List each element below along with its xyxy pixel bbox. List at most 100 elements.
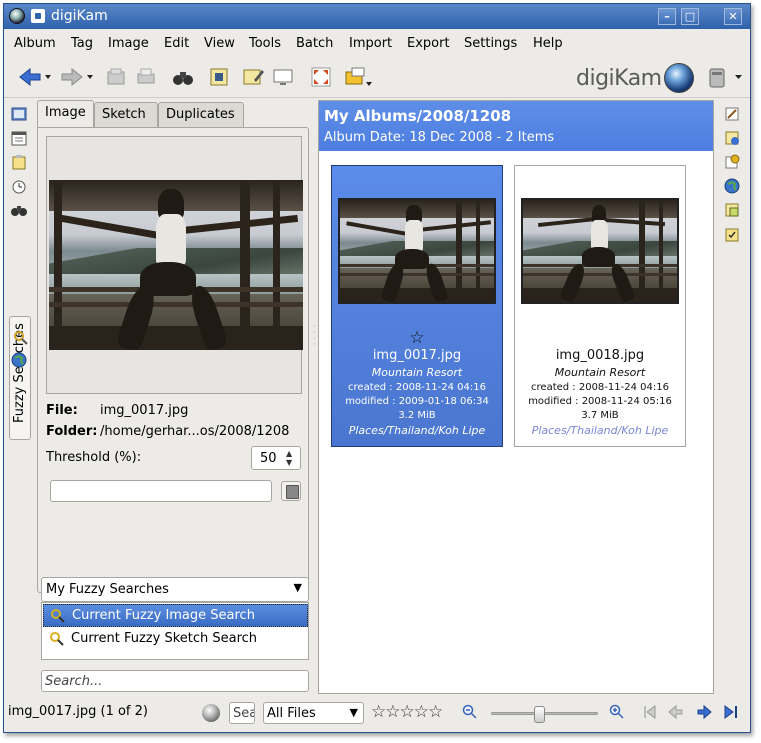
main-window: digiKam – □ ✕ Album Tag Image Edit View … <box>3 3 751 733</box>
progress-ball-icon <box>202 704 220 722</box>
last-image-icon[interactable] <box>722 703 740 721</box>
map-globe-icon[interactable] <box>11 352 27 368</box>
filters-icon[interactable] <box>724 202 740 218</box>
image-editor-icon[interactable] <box>208 66 230 88</box>
first-image-icon[interactable] <box>641 703 659 721</box>
pin-icon[interactable] <box>31 9 45 23</box>
zoom-slider-handle[interactable] <box>534 706 545 723</box>
menu-edit[interactable]: Edit <box>164 36 189 51</box>
album-icon-view: My Albums/2008/1208 Album Date: 18 Dec 2… <box>318 100 714 694</box>
saved-searches-combo[interactable]: My Fuzzy Searches ▼ <box>41 577 309 602</box>
thumbnail-caption: Mountain Resort <box>554 366 646 379</box>
menu-view[interactable]: View <box>204 36 235 51</box>
menu-settings[interactable]: Settings <box>464 36 517 51</box>
binoculars-icon[interactable] <box>172 66 194 88</box>
image-tab-panel: File: img_0017.jpg Folder: /home/gerhar.… <box>37 127 309 593</box>
back-arrow-icon[interactable] <box>18 66 52 88</box>
tags-icon[interactable] <box>11 154 27 170</box>
calendar-icon[interactable] <box>11 130 27 146</box>
saved-search-item[interactable]: Current Fuzzy Image Search <box>43 604 308 627</box>
menu-import[interactable]: Import <box>349 36 392 51</box>
tags-filter-icon[interactable] <box>724 226 740 242</box>
threshold-spinbox[interactable]: 50 ▲ ▼ <box>251 446 301 470</box>
slideshow-icon[interactable] <box>272 66 294 88</box>
metadata-icon[interactable] <box>724 154 740 170</box>
properties-icon[interactable] <box>724 130 740 146</box>
zoom-out-icon[interactable] <box>462 704 478 720</box>
saved-search-label: Current Fuzzy Image Search <box>72 608 255 623</box>
status-text: img_0017.jpg (1 of 2) <box>8 704 148 719</box>
file-type-filter[interactable]: All Files ▼ <box>263 702 364 724</box>
thumbnail-item[interactable]: ☆ img_0017.jpg Mountain Resort created :… <box>331 165 503 447</box>
tab-duplicates[interactable]: Duplicates <box>158 102 244 127</box>
menu-export[interactable]: Export <box>407 36 450 51</box>
search-placeholder: Search... <box>45 674 103 689</box>
album-header: My Albums/2008/1208 Album Date: 18 Dec 2… <box>319 101 713 151</box>
fuzzy-search-panel: Image Sketch Duplicates File: img_0017.j… <box>37 100 312 696</box>
thumbnail-filename: img_0017.jpg <box>372 348 462 363</box>
status-bar: img_0017.jpg (1 of 2) Sea All Files ▼ ☆☆… <box>4 698 750 732</box>
file-value: img_0017.jpg <box>100 403 189 418</box>
panel-splitter-handle[interactable]: · · · · <box>313 323 316 404</box>
saved-search-item[interactable]: Current Fuzzy Sketch Search <box>43 628 308 651</box>
maximize-button[interactable]: □ <box>681 8 699 25</box>
image-preview-frame[interactable] <box>46 136 303 394</box>
menu-album[interactable]: Album <box>14 36 56 51</box>
comments-tags-icon[interactable] <box>724 106 740 122</box>
spin-arrows-icon[interactable]: ▲ ▼ <box>286 449 296 467</box>
fullscreen-icon[interactable] <box>310 66 332 88</box>
thumbnail-tag[interactable]: Places/Thailand/Koh Lipe <box>515 424 685 437</box>
thumbnail-item[interactable]: img_0018.jpg Mountain Resort created : 2… <box>514 165 686 447</box>
saved-searches-combo-value: My Fuzzy Searches <box>46 582 169 597</box>
tab-image[interactable]: Image <box>37 100 94 128</box>
previous-image-icon[interactable] <box>667 703 685 721</box>
main-toolbar: digiKam <box>4 58 750 98</box>
light-table-icon[interactable] <box>344 66 374 88</box>
thumbnail-image <box>338 198 496 304</box>
scan-icon[interactable] <box>105 66 127 88</box>
thumbnail-size: 3.7 MiB <box>581 410 619 421</box>
print-icon[interactable] <box>135 66 157 88</box>
zoom-in-icon[interactable] <box>609 704 625 720</box>
saved-search-label: Current Fuzzy Sketch Search <box>71 631 258 646</box>
geolocation-globe-icon[interactable] <box>724 178 740 194</box>
thumbnail-filename: img_0018.jpg <box>555 348 645 363</box>
saved-searches-list: Current Fuzzy Image Search Current Fuzzy… <box>41 602 309 660</box>
zoom-slider[interactable] <box>491 706 598 723</box>
app-icon[interactable] <box>9 8 25 24</box>
edit-caption-icon[interactable] <box>242 66 264 88</box>
thumbnail-modified: modified : 2008-11-24 05:16 <box>528 396 672 407</box>
rating-filter-stars[interactable]: ☆☆☆☆☆ <box>371 702 443 722</box>
save-search-button[interactable] <box>281 481 301 501</box>
thumbnail-size: 3.2 MiB <box>398 410 436 421</box>
camera-device-icon[interactable] <box>707 66 747 88</box>
threshold-value: 50 <box>260 451 277 466</box>
rating-star-icon[interactable]: ☆ <box>332 328 502 348</box>
status-search-input[interactable]: Sea <box>229 702 255 724</box>
next-image-icon[interactable] <box>695 703 713 721</box>
thumbnail-tag[interactable]: Places/Thailand/Koh Lipe <box>332 424 502 437</box>
thumbnail-caption: Mountain Resort <box>371 366 463 379</box>
timeline-icon[interactable] <box>11 178 27 194</box>
folder-label: Folder: <box>46 424 98 439</box>
file-label: File: <box>46 403 78 418</box>
menu-image[interactable]: Image <box>108 36 149 51</box>
album-title: My Albums/2008/1208 <box>324 107 512 125</box>
close-button[interactable]: ✕ <box>724 8 742 25</box>
forward-arrow-icon[interactable] <box>60 66 94 88</box>
search-binoculars-icon[interactable] <box>11 202 27 218</box>
tab-sketch[interactable]: Sketch <box>94 102 158 127</box>
window-title: digiKam <box>51 8 108 24</box>
digikam-logo-globe-icon <box>664 63 694 93</box>
chevron-down-icon: ▼ <box>349 706 358 719</box>
menu-tools[interactable]: Tools <box>249 36 281 51</box>
minimize-button[interactable]: – <box>658 8 676 25</box>
right-sidebar-strip <box>720 100 748 300</box>
albums-icon[interactable] <box>11 106 27 122</box>
menu-tag[interactable]: Tag <box>71 36 93 51</box>
saved-search-filter-input[interactable]: Search... <box>41 670 309 692</box>
menu-help[interactable]: Help <box>533 36 563 51</box>
title-bar[interactable]: digiKam – □ ✕ <box>4 4 750 29</box>
menu-batch[interactable]: Batch <box>296 36 333 51</box>
search-name-input[interactable] <box>50 480 272 502</box>
